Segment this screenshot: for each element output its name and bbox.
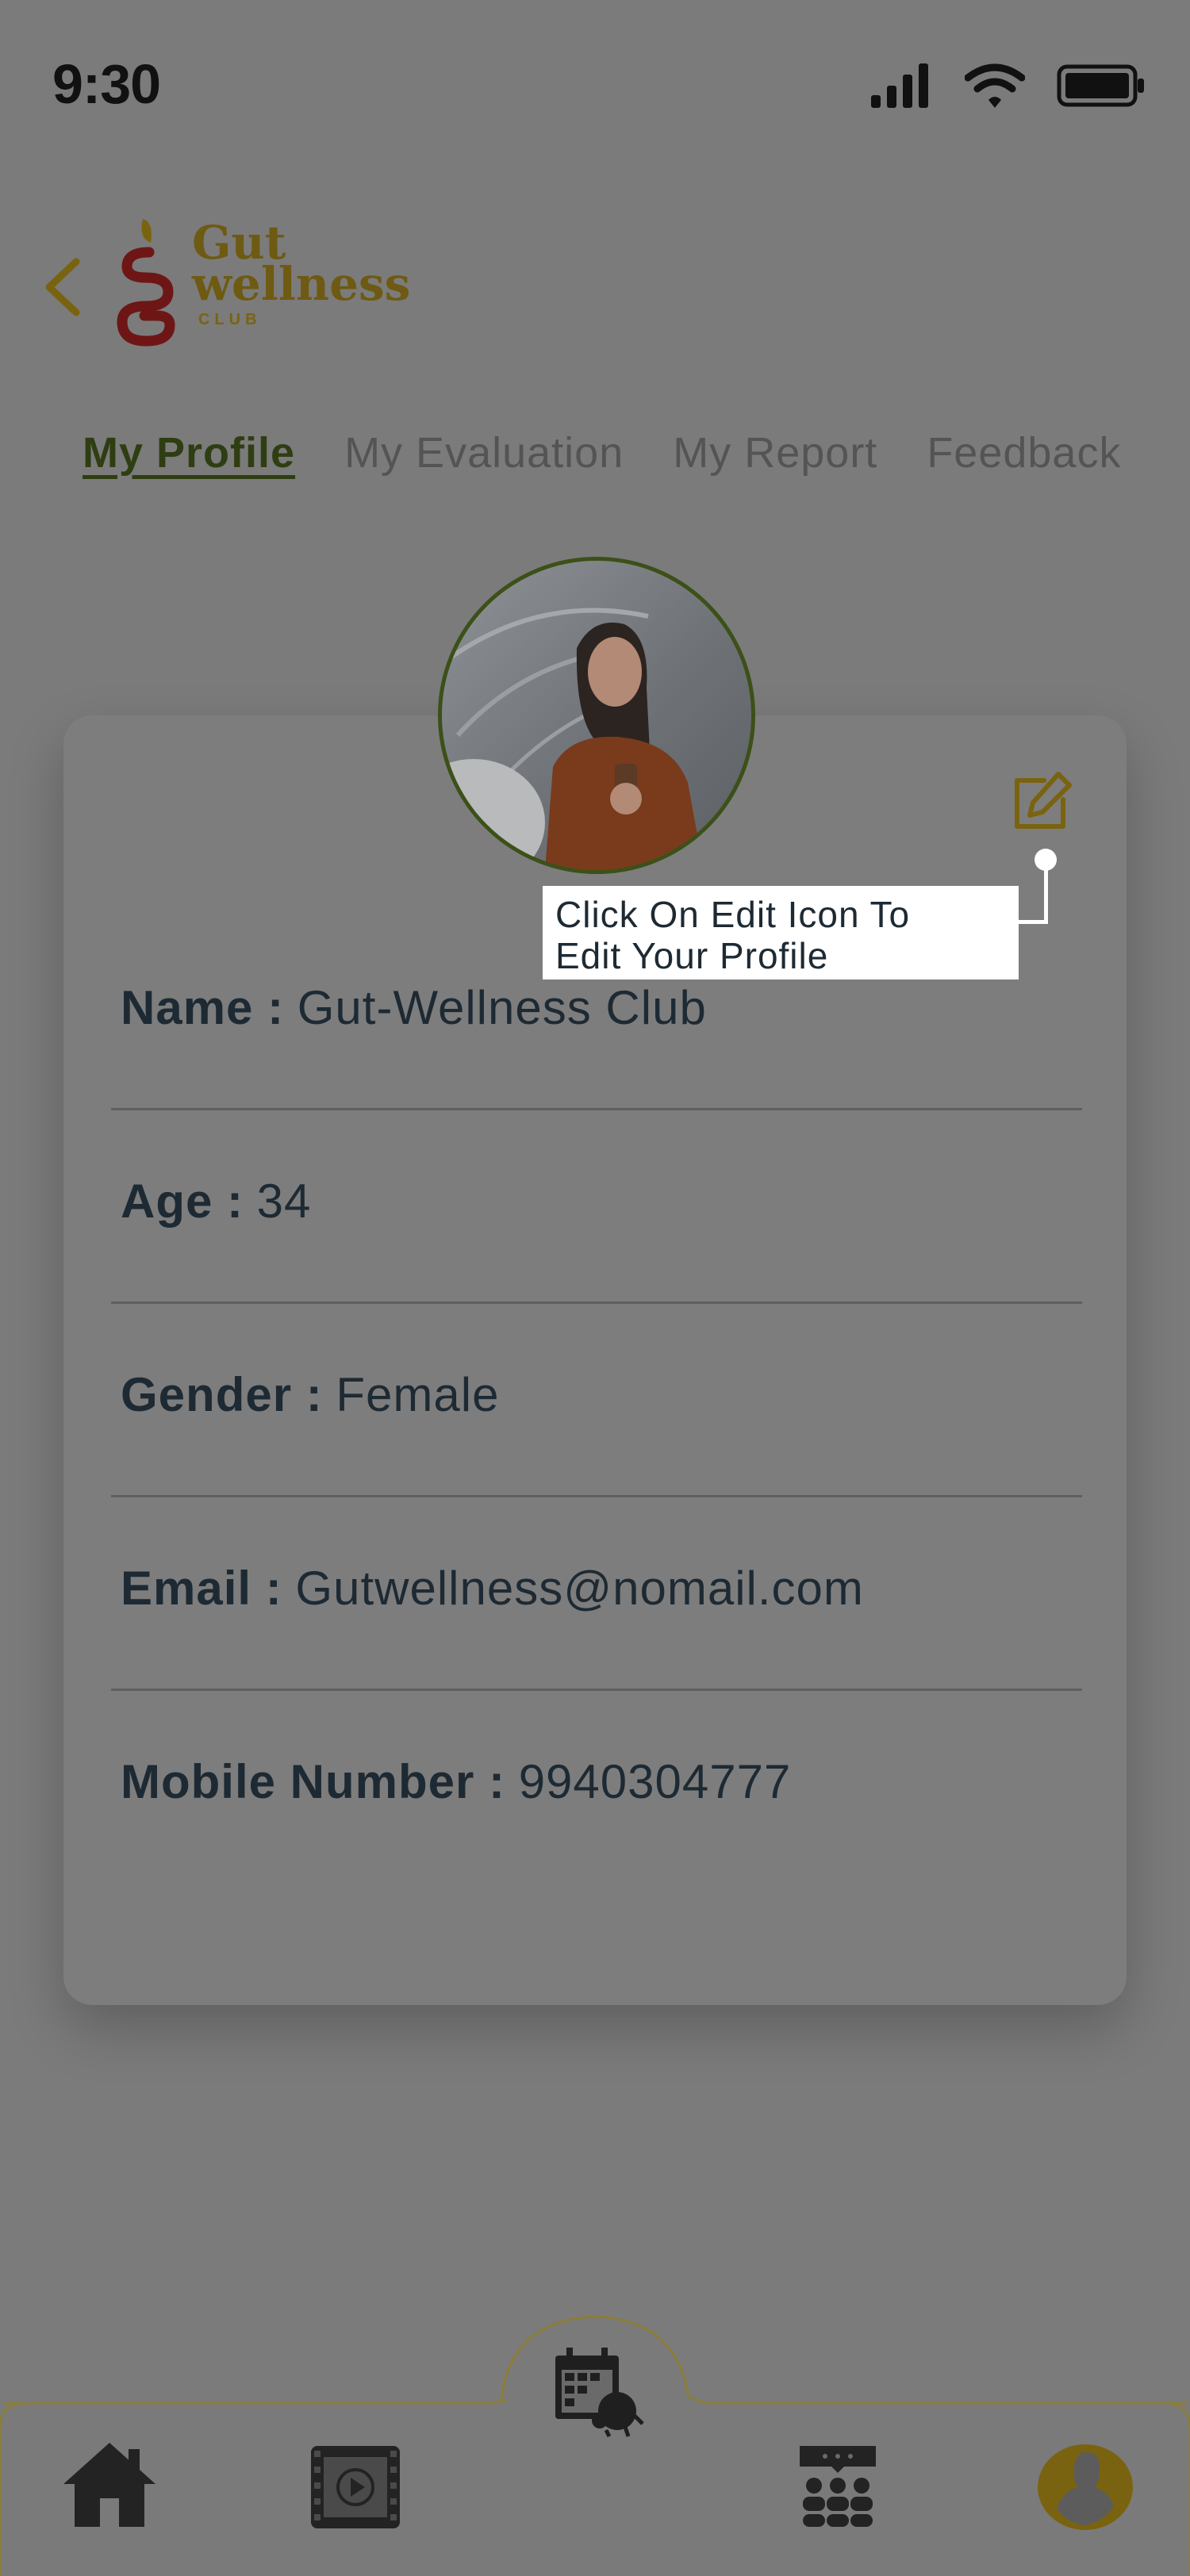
edit-icon (1015, 772, 1072, 829)
tooltip-line-1: Click On Edit Icon To (555, 894, 911, 935)
status-icons (869, 62, 1146, 109)
battery-icon (1057, 64, 1144, 107)
profile-icon (1038, 2444, 1133, 2530)
signal-icon (871, 63, 928, 108)
nav-home[interactable] (60, 2440, 159, 2532)
divider (111, 1495, 1082, 1497)
mobile-row: Mobile Number : 9940304777 (121, 1754, 791, 1809)
age-row: Age : 34 (121, 1174, 311, 1229)
status-time: 9:30 (52, 53, 161, 115)
tab-feedback[interactable]: Feedback (927, 428, 1121, 477)
calendar-icon (555, 2348, 644, 2438)
edit-profile-button[interactable] (1008, 768, 1076, 836)
back-button[interactable] (40, 255, 87, 319)
logo-mark-icon (117, 219, 175, 347)
divider (111, 1108, 1082, 1110)
gender-row: Gender : Female (121, 1367, 499, 1422)
nav-appointments[interactable] (552, 2344, 647, 2442)
video-icon (311, 2446, 400, 2528)
community-icon (800, 2446, 876, 2527)
tooltip-connector (1019, 920, 1048, 924)
avatar-photo (442, 608, 704, 870)
email-label: Email : (121, 1562, 282, 1615)
mobile-value: 9940304777 (518, 1755, 792, 1808)
name-label: Name : (121, 981, 285, 1034)
home-icon (63, 2443, 155, 2527)
tab-my-report[interactable]: My Report (673, 428, 877, 477)
logo-word-club: CLUB (198, 311, 262, 328)
edit-hint-tooltip: Click On Edit Icon To Edit Your Profile (543, 886, 1019, 979)
mobile-label: Mobile Number : (121, 1755, 506, 1808)
tooltip-connector (1044, 859, 1048, 924)
gut-wellness-logo: Gut wellness CLUB (111, 214, 444, 349)
nav-community[interactable] (797, 2443, 879, 2532)
logo-word-wellness: wellness (192, 257, 411, 311)
chevron-left-icon (45, 258, 80, 316)
wifi-icon (965, 63, 1025, 108)
nav-videos[interactable] (309, 2443, 401, 2534)
avatar[interactable] (438, 557, 755, 874)
gender-label: Gender : (121, 1368, 323, 1421)
email-row: Email : Gutwellness@nomail.com (121, 1561, 864, 1616)
email-value: Gutwellness@nomail.com (295, 1562, 864, 1615)
nav-profile[interactable] (1036, 2443, 1134, 2536)
tab-strip: My Profile My Evaluation My Report Feedb… (0, 412, 1190, 492)
tab-my-profile[interactable]: My Profile (83, 428, 295, 477)
gender-value: Female (336, 1368, 500, 1421)
divider (111, 1689, 1082, 1691)
name-value: Gut-Wellness Club (297, 981, 707, 1034)
name-row: Name : Gut-Wellness Club (121, 980, 707, 1035)
tooltip-line-2: Edit Your Profile (555, 935, 829, 976)
divider (111, 1301, 1082, 1304)
tab-my-evaluation[interactable]: My Evaluation (344, 428, 624, 477)
age-value: 34 (256, 1175, 312, 1228)
age-label: Age : (121, 1175, 244, 1228)
